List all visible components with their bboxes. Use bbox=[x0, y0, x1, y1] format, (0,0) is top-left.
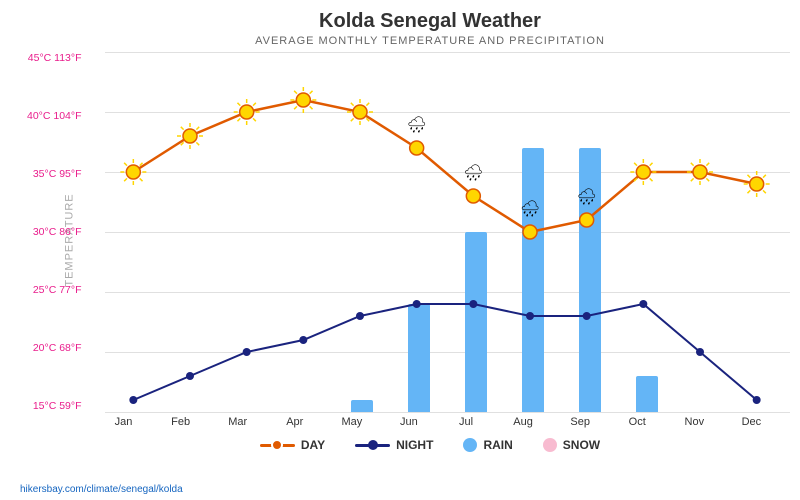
chart-container: Kolda Senegal Weather AVERAGE MONTHLY TE… bbox=[0, 0, 800, 500]
svg-text:🌧: 🌧 bbox=[577, 188, 597, 206]
svg-text:🌧: 🌧 bbox=[520, 200, 540, 218]
legend-rain-label: RAIN bbox=[483, 438, 512, 452]
y-left-label-5: 25°C 77°F bbox=[27, 284, 82, 296]
x-label-jul: Jul bbox=[446, 416, 486, 428]
x-label-sep: Sep bbox=[560, 416, 600, 428]
legend-night-dot bbox=[368, 440, 378, 450]
chart-area: 🌧 🌧 🌧 🌧 bbox=[105, 52, 790, 412]
legend-day-dot bbox=[271, 439, 283, 451]
x-axis: Jan Feb Mar Apr May Jun Jul Aug Sep Oct Nov Dec bbox=[95, 416, 780, 428]
y-left-label-3: 35°C 95°F bbox=[27, 168, 82, 180]
x-label-jan: Jan bbox=[104, 416, 144, 428]
legend-rain-dot bbox=[463, 438, 477, 452]
x-label-mar: Mar bbox=[218, 416, 258, 428]
x-label-oct: Oct bbox=[617, 416, 657, 428]
watermark: hikersbay.com/climate/senegal/kolda bbox=[20, 484, 183, 495]
x-label-jun: Jun bbox=[389, 416, 429, 428]
chart-title: Kolda Senegal Weather bbox=[80, 10, 780, 33]
legend: DAY NIGHT RAIN SNOW bbox=[80, 438, 780, 452]
legend-snow: SNOW bbox=[543, 438, 600, 452]
x-label-nov: Nov bbox=[674, 416, 714, 428]
legend-night-label: NIGHT bbox=[396, 438, 433, 452]
x-label-feb: Feb bbox=[161, 416, 201, 428]
y-left-label-4: 30°C 86°F bbox=[27, 226, 82, 238]
legend-snow-label: SNOW bbox=[563, 438, 600, 452]
chart-subtitle: AVERAGE MONTHLY TEMPERATURE AND PRECIPIT… bbox=[80, 35, 780, 47]
x-label-apr: Apr bbox=[275, 416, 315, 428]
legend-night: NIGHT bbox=[355, 438, 433, 452]
x-label-may: May bbox=[332, 416, 372, 428]
legend-snow-dot bbox=[543, 438, 557, 452]
legend-day-label: DAY bbox=[301, 438, 325, 452]
chart-svg: 🌧 🌧 🌧 🌧 bbox=[105, 52, 790, 412]
y-axis-left: 45°C 113°F 40°C 104°F 35°C 95°F 30°C 86°… bbox=[27, 52, 82, 412]
svg-text:🌧: 🌧 bbox=[407, 116, 427, 134]
y-left-label-6: 20°C 68°F bbox=[27, 342, 82, 354]
y-left-label-1: 45°C 113°F bbox=[27, 52, 82, 64]
legend-day: DAY bbox=[260, 438, 325, 452]
x-label-aug: Aug bbox=[503, 416, 543, 428]
y-left-label-2: 40°C 104°F bbox=[27, 110, 82, 122]
legend-rain: RAIN bbox=[463, 438, 512, 452]
y-left-label-7: 15°C 59°F bbox=[27, 400, 82, 412]
x-label-dec: Dec bbox=[731, 416, 771, 428]
svg-text:🌧: 🌧 bbox=[463, 164, 483, 182]
